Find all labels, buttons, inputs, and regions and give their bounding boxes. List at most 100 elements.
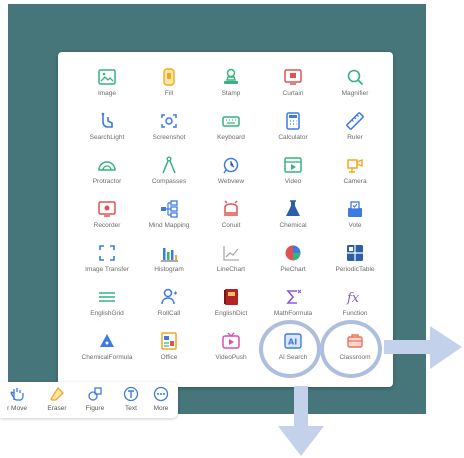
text-icon xyxy=(123,386,139,402)
tool-conuit[interactable]: Conuit xyxy=(200,199,262,239)
figure-icon xyxy=(88,387,102,401)
tool-label: PeriodicTable xyxy=(335,266,375,273)
tool-label: Function xyxy=(342,310,368,317)
toolbar-label: r Move xyxy=(7,405,27,412)
tool-label: Office xyxy=(160,354,178,361)
tool-label: PieChart xyxy=(280,266,306,273)
tool-periodic-table[interactable]: PeriodicTable xyxy=(324,243,386,283)
function-icon: fx xyxy=(346,291,360,306)
office-icon xyxy=(161,332,177,350)
right-arrow-icon xyxy=(384,326,462,369)
tool-video-push[interactable]: VideoPush xyxy=(200,331,262,371)
toolbar-label: Text xyxy=(125,405,137,412)
tool-label: SearchLight xyxy=(89,134,125,141)
tool-screenshot[interactable]: Screenshot xyxy=(138,111,200,151)
tool-label: Image Transfer xyxy=(85,266,129,273)
text-button[interactable]: Text xyxy=(114,386,148,418)
tool-roll-call[interactable]: RollCall xyxy=(138,287,200,327)
fill-icon xyxy=(163,68,175,86)
tool-english-dict[interactable]: EnglishDict xyxy=(200,287,262,327)
toolbar-label: More xyxy=(153,405,169,412)
svg-text:fx: fx xyxy=(346,291,360,306)
webview-icon xyxy=(223,157,239,174)
protractor-icon xyxy=(98,161,116,171)
tool-video[interactable]: Video xyxy=(262,155,324,195)
tool-label: Video xyxy=(284,178,302,185)
tool-label: Recorder xyxy=(93,222,121,229)
tool-pie-chart[interactable]: PieChart xyxy=(262,243,324,283)
classroom-highlight-ring xyxy=(320,320,382,378)
english-grid-icon xyxy=(99,292,115,302)
tool-office[interactable]: Office xyxy=(138,331,200,371)
tool-label: Fill xyxy=(164,90,174,97)
tool-mind-mapping[interactable]: Mind Mapping xyxy=(138,199,200,239)
video-icon xyxy=(284,157,302,173)
toolbar-label: Figure xyxy=(85,405,105,412)
tool-image-transfer[interactable]: Image Transfer xyxy=(76,243,138,283)
pie-chart-icon xyxy=(285,245,301,261)
figure-button[interactable]: Figure xyxy=(78,386,112,418)
tool-compasses[interactable]: Compasses xyxy=(138,155,200,195)
tool-label: ChemicalFormula xyxy=(81,354,133,361)
tool-protractor[interactable]: Protractor xyxy=(76,155,138,195)
tool-histogram[interactable]: Histogram xyxy=(138,243,200,283)
roll-call-icon xyxy=(161,288,177,305)
tool-label: Curtain xyxy=(282,90,304,97)
english-dict-icon xyxy=(224,289,238,305)
tool-searchlight[interactable]: SearchLight xyxy=(76,111,138,151)
screenshot-icon xyxy=(161,114,177,128)
tool-ruler[interactable]: Ruler xyxy=(324,111,386,151)
tool-chemical[interactable]: Chemical xyxy=(262,199,324,239)
math-formula-icon xyxy=(286,289,302,304)
tool-line-chart[interactable]: LineChart xyxy=(200,243,262,283)
tool-english-grid[interactable]: EnglishGrid xyxy=(76,287,138,327)
camera-icon xyxy=(347,158,363,173)
tool-stamp[interactable]: Stamp xyxy=(200,67,262,107)
conuit-icon xyxy=(224,200,238,216)
tool-webview[interactable]: Webview xyxy=(200,155,262,195)
tool-label: Mind Mapping xyxy=(148,222,190,229)
searchlight-icon xyxy=(101,112,113,128)
tool-label: MathFormula xyxy=(273,310,313,317)
tool-label: Conuit xyxy=(221,222,241,229)
tool-calculator[interactable]: Calculator xyxy=(262,111,324,151)
image-icon xyxy=(98,69,116,85)
video-push-icon xyxy=(222,332,240,349)
tool-label: EnglishDict xyxy=(214,310,248,317)
tool-label: Histogram xyxy=(154,266,184,273)
more-button[interactable]: More xyxy=(144,386,178,418)
tool-label: LineChart xyxy=(216,266,246,273)
stamp-icon xyxy=(224,68,238,84)
tool-camera[interactable]: Camera xyxy=(324,155,386,195)
curtain-icon xyxy=(284,69,302,85)
tool-chemical-formula[interactable]: ChemicalFormula xyxy=(76,331,138,371)
tool-label: Screenshot xyxy=(152,134,186,141)
ruler-icon xyxy=(346,112,364,130)
ai-search-highlight-ring xyxy=(259,320,321,378)
tool-label: Compasses xyxy=(151,178,187,185)
tool-label: Keyboard xyxy=(217,134,245,141)
tool-magnifier[interactable]: Magnifier xyxy=(324,67,386,107)
tool-label: Magnifier xyxy=(341,90,369,97)
chemical-icon xyxy=(286,200,300,216)
tool-keyboard[interactable]: Keyboard xyxy=(200,111,262,151)
compasses-icon xyxy=(162,156,176,174)
tool-vote[interactable]: Vote xyxy=(324,199,386,239)
move-button[interactable]: r Move xyxy=(0,386,34,418)
down-arrow-icon xyxy=(278,386,324,456)
tool-fill[interactable]: Fill xyxy=(138,67,200,107)
tool-image[interactable]: Image xyxy=(76,67,138,107)
recorder-icon xyxy=(98,201,116,217)
vote-icon xyxy=(348,201,362,217)
tool-label: Vote xyxy=(348,222,362,229)
tool-label: VideoPush xyxy=(215,354,247,361)
image-transfer-icon xyxy=(99,245,115,261)
periodic-table-icon xyxy=(347,245,363,261)
tool-label: Protractor xyxy=(92,178,122,185)
tool-label: Chemical xyxy=(279,222,307,229)
tool-recorder[interactable]: Recorder xyxy=(76,199,138,239)
bottom-toolbar: r Move Eraser Figure Text More xyxy=(0,382,178,418)
calculator-icon xyxy=(286,112,300,130)
tool-curtain[interactable]: Curtain xyxy=(262,67,324,107)
eraser-button[interactable]: Eraser xyxy=(40,386,74,418)
